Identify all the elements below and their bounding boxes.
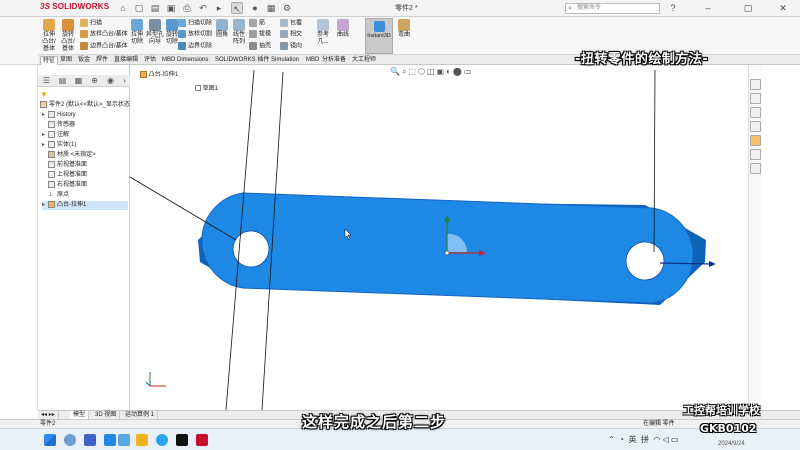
task-view-icon[interactable] xyxy=(84,434,96,446)
tiktok-icon[interactable] xyxy=(176,434,188,446)
edge-browser-icon[interactable] xyxy=(104,434,116,446)
ime-english[interactable]: 英 xyxy=(628,435,636,444)
watermark-code: GKB0102 xyxy=(700,422,757,435)
right-hole xyxy=(625,241,665,281)
security-icon[interactable]: ◔ xyxy=(619,435,624,444)
solidworks-taskbar-icon[interactable] xyxy=(196,434,208,446)
triad-origin xyxy=(444,250,450,256)
view-triad-z xyxy=(145,381,151,387)
right-arrow-head xyxy=(709,261,716,267)
watermark-school: 工控帮培训学校 xyxy=(683,404,760,417)
ime-pinyin[interactable]: 拼 xyxy=(641,435,649,444)
volume-icon[interactable]: ◁ xyxy=(663,435,669,444)
chat-app-icon[interactable] xyxy=(156,434,168,446)
clock-date: 2024/9/24 xyxy=(718,441,745,447)
search-taskbar-icon[interactable] xyxy=(64,434,76,446)
windows-taskbar: ⌃ ◔ 英 拼 ◠ ◁ ▭ 2024/9/24 xyxy=(0,428,800,450)
store-icon[interactable] xyxy=(118,434,130,446)
chevron-up-icon[interactable]: ⌃ xyxy=(608,435,615,444)
tutorial-banner: -扭转零件的绘制方法- xyxy=(575,52,709,67)
video-subtitle: 这样完成之后第二步 xyxy=(302,413,447,431)
file-explorer-taskbar-icon[interactable] xyxy=(136,434,148,446)
system-tray[interactable]: ⌃ ◔ 英 拼 ◠ ◁ ▭ xyxy=(608,434,679,446)
start-windows-icon[interactable] xyxy=(44,434,56,446)
wifi-icon[interactable]: ◠ xyxy=(653,435,660,444)
battery-icon[interactable]: ▭ xyxy=(671,435,679,444)
